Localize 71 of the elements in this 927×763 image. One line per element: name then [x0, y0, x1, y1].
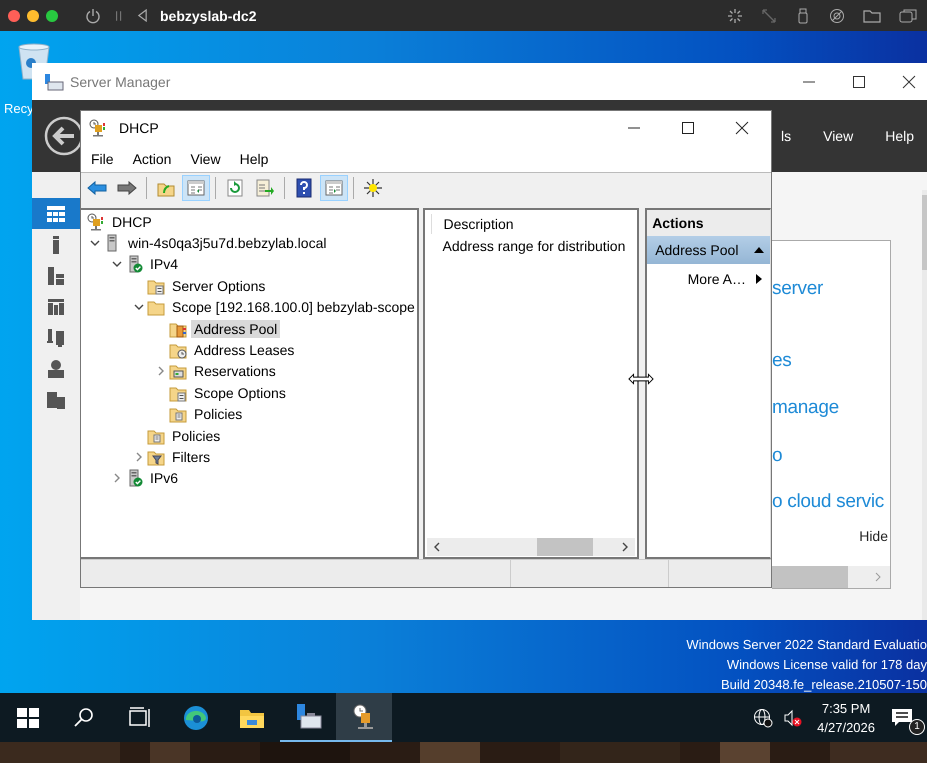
clock-time[interactable]: 7:35 PM [822, 698, 870, 718]
dashboard-nav-icon[interactable] [32, 198, 80, 229]
pause-icon[interactable] [115, 10, 123, 22]
tree-item[interactable]: Scope [192.168.100.0] bebzylab-scope [169, 298, 416, 316]
zoom-button[interactable] [46, 10, 58, 22]
maximize-icon[interactable] [852, 74, 866, 88]
heading-text: server [772, 277, 823, 301]
window-title: DHCP [119, 120, 159, 136]
dhcp-icon [87, 212, 105, 231]
notice-text: Build 20348.fe_release.210507-150 [720, 676, 927, 694]
tree-item[interactable]: Policies [191, 405, 246, 424]
dhcp-taskbar-icon[interactable] [336, 693, 392, 742]
collapse-icon[interactable] [754, 247, 764, 253]
actions-heading: Actions [647, 210, 770, 236]
windows-overlap-icon[interactable] [899, 8, 917, 24]
notice-text: Windows Server 2022 Standard Evaluatio [686, 636, 927, 654]
column-header[interactable]: Description [430, 214, 638, 234]
menu-item[interactable]: ls [780, 128, 792, 144]
horizontal-scrollbar[interactable] [426, 538, 636, 556]
tree-item[interactable]: Reservations [191, 362, 279, 380]
muted-speaker-icon[interactable] [783, 708, 804, 728]
power-icon[interactable] [85, 8, 101, 24]
heading-text: manage [772, 396, 839, 420]
menu-item[interactable]: View [190, 150, 221, 166]
tree-tool-icon[interactable] [182, 175, 210, 201]
resize-arrows-icon[interactable] [761, 8, 777, 24]
back-icon[interactable] [137, 9, 148, 22]
heading-text: o [772, 444, 782, 468]
menu-item[interactable]: Help [240, 150, 268, 166]
host-title: bebzyslab-dc2 [160, 8, 256, 24]
notice-text: Windows License valid for 178 day [726, 656, 927, 674]
menu-item[interactable]: View [823, 128, 854, 144]
tree-item[interactable]: win-4s0qa3j5u7d.bebzylab.local [125, 234, 330, 252]
scroll-left-icon[interactable] [432, 542, 440, 552]
actions-section-header[interactable]: Address Pool [647, 236, 770, 264]
notification-count: 1 [909, 718, 925, 734]
network-globe-icon[interactable] [753, 708, 774, 728]
action-pane-tool-icon[interactable] [320, 175, 348, 201]
tree-item[interactable]: Address Leases [191, 341, 298, 360]
notifications-icon[interactable] [891, 708, 913, 728]
spinner-icon[interactable] [727, 8, 743, 24]
tree-item[interactable]: Server Options [169, 276, 268, 295]
tree-item[interactable]: IPv6 [147, 469, 182, 488]
description-text: Address range for distribution [442, 237, 626, 254]
server-manager-icon [44, 72, 64, 90]
close-icon[interactable] [735, 121, 749, 135]
heading-text: o cloud servic [772, 490, 884, 514]
tree-item[interactable]: Filters [169, 448, 214, 466]
tree-item[interactable]: Policies [169, 426, 224, 445]
menu-item[interactable]: Help [885, 128, 914, 144]
menu-item[interactable]: Action [132, 150, 172, 166]
maximize-icon[interactable] [681, 121, 695, 135]
tree-item[interactable]: Scope Options [191, 384, 289, 402]
tree-item[interactable]: Address Pool [191, 320, 280, 338]
menu-item[interactable]: File [91, 150, 114, 166]
hide-link[interactable]: Hide [859, 528, 888, 544]
tree-item[interactable]: DHCP [109, 212, 155, 231]
heading-text: es [772, 349, 792, 373]
horizontal-scrollbar[interactable] [772, 566, 890, 588]
target-icon[interactable] [829, 8, 845, 24]
submenu-arrow-icon [756, 274, 762, 284]
clock-date[interactable]: 4/27/2026 [817, 718, 875, 736]
close-button[interactable] [8, 10, 20, 22]
scroll-right-icon[interactable] [621, 542, 630, 552]
more-actions-item[interactable]: More A… [647, 264, 770, 294]
tree-item[interactable]: IPv4 [147, 255, 182, 274]
minimize-button[interactable] [27, 10, 39, 22]
close-icon[interactable] [902, 74, 916, 88]
dhcp-icon [89, 119, 107, 137]
window-title: Server Manager [70, 74, 170, 90]
folder-icon[interactable] [863, 8, 881, 24]
